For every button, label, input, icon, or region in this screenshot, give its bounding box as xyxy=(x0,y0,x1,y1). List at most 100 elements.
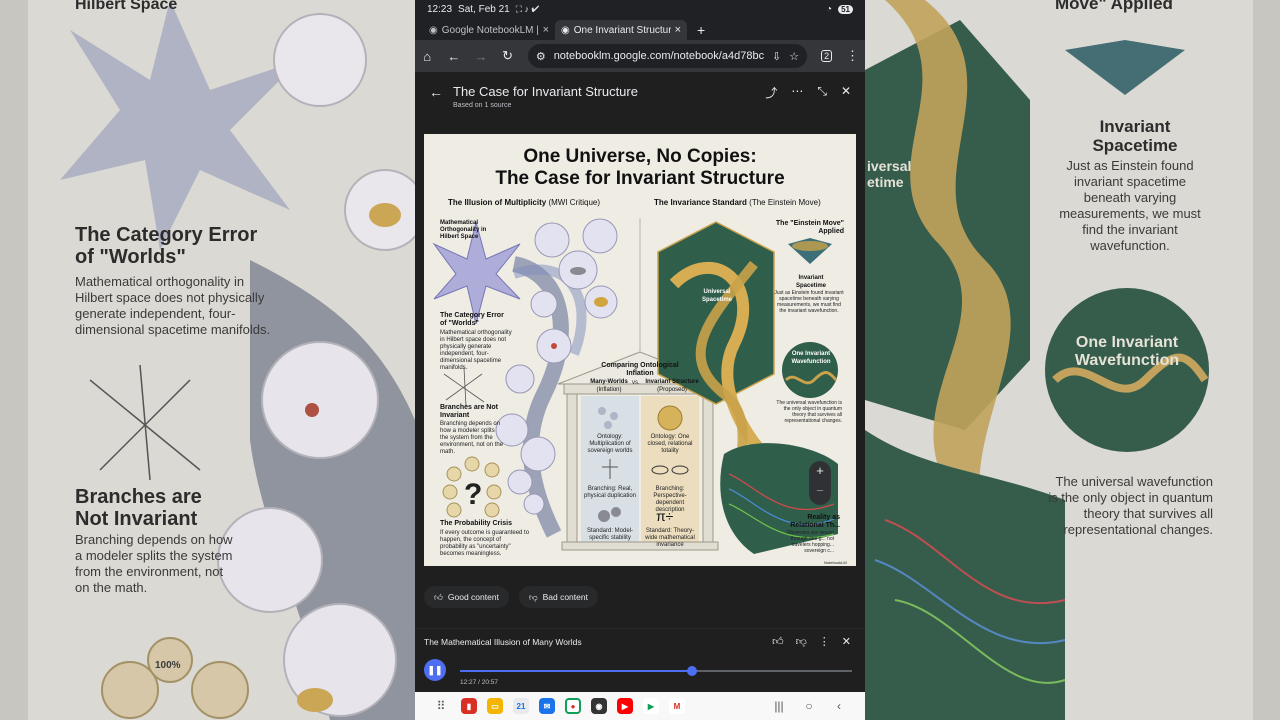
probability-body: If every outcome is guaranteed to happen… xyxy=(440,530,530,557)
pi-divide-symbol: π÷ xyxy=(656,508,674,524)
address-bar[interactable]: ⚙ notebooklm.google.com/notebook/a4d78bc… xyxy=(527,44,808,68)
good-content-label: Good content xyxy=(447,592,499,602)
tab-count-button[interactable]: 2 xyxy=(821,50,833,62)
back-nav-icon[interactable]: ‹ xyxy=(829,699,849,713)
audio-time: 12:27 / 20:57 xyxy=(460,679,498,686)
einstein-move-title: The "Einstein Move" Applied xyxy=(775,220,844,235)
versus-label: vs. xyxy=(632,380,640,386)
dislike-icon[interactable]: 👎︎ xyxy=(796,635,807,648)
bookmark-star-icon[interactable]: ☆ xyxy=(789,50,799,63)
reality-relational-title: Reality as Relational Th... xyxy=(790,514,840,529)
camera-icon[interactable]: ◉ xyxy=(591,698,607,714)
status-time: 12:23 xyxy=(427,3,453,15)
app-drawer-icon[interactable]: ⠿ xyxy=(431,699,451,713)
bg-left-branches-title: Branches are Not Invariant xyxy=(75,486,202,530)
notebooklm-favicon-icon: ◉ xyxy=(561,24,570,36)
invariant-structure-note: (Proposed) xyxy=(657,387,687,393)
bg-right-wavefunction-body: The universal wavefunction is the only o… xyxy=(1048,474,1213,537)
forward-icon[interactable]: → xyxy=(474,49,487,64)
audio-progress-fill xyxy=(460,670,693,672)
audio-progress-knob[interactable] xyxy=(687,666,698,676)
audio-player: The Mathematical Illusion of Many Worlds… xyxy=(415,628,865,692)
status-icons: ⛶ ♪ ✔ xyxy=(515,3,540,14)
audio-total-time: 20:57 xyxy=(481,679,498,686)
mw-standard: Standard: Model-specific stability xyxy=(586,528,634,541)
calendar-icon[interactable]: 21 xyxy=(513,698,529,714)
browser-toolbar: ⌂ ← → ↻ ⚙ notebooklm.google.com/notebook… xyxy=(415,40,865,72)
phone-screen: 12:23 Sat, Feb 21 ⛶ ♪ ✔ ◔ 51 ◉ Google No… xyxy=(415,0,865,720)
tab-notebooklm[interactable]: ◉ Google NotebookLM | A × xyxy=(423,20,555,40)
player-more-icon[interactable]: ⋮ xyxy=(819,635,830,648)
right-heading: The Invariance Standard xyxy=(654,198,747,207)
app-icon-notes[interactable]: ▭ xyxy=(487,698,503,714)
left-heading-note: (MWI Critique) xyxy=(548,198,601,207)
tab-one-invariant-structure[interactable]: ◉ One Invariant Structure × xyxy=(555,20,687,40)
right-column-heading: The Invariance Standard (The Einstein Mo… xyxy=(654,198,821,207)
reload-icon[interactable]: ↻ xyxy=(501,48,513,64)
player-close-icon[interactable]: ✕ xyxy=(842,635,851,648)
many-worlds-name: Many-Worlds xyxy=(590,379,628,385)
wavefunction-body: The universal wavefunction is the only o… xyxy=(776,400,842,424)
audio-current-time: 12:27 xyxy=(460,679,477,686)
audio-progress-track[interactable] xyxy=(460,666,852,676)
close-tab-icon[interactable]: × xyxy=(543,24,549,36)
app-icon-red[interactable]: ▮ xyxy=(461,698,477,714)
category-error-title: The Category Error of "Worlds" xyxy=(440,312,504,327)
chrome-icon[interactable]: ● xyxy=(565,698,581,714)
more-menu-icon[interactable]: ⋮ xyxy=(846,48,859,64)
invariant-structure-label: Invariant Structure (Proposed) xyxy=(644,378,700,394)
is-standard: Standard: Theory-wide mathematical invar… xyxy=(645,528,695,548)
hilbert-label: Mathematical Orthogonality in Hilbert Sp… xyxy=(440,220,487,240)
play-store-icon[interactable]: ▶ xyxy=(643,698,659,714)
artifact-title: The Case for Invariant Structure xyxy=(453,84,638,99)
artifact-source-count: Based on 1 source xyxy=(453,102,512,109)
audio-title: The Mathematical Illusion of Many Worlds xyxy=(424,637,582,647)
messages-icon[interactable]: ✉ xyxy=(539,698,555,714)
infographic-title-line2: The Case for Invariant Structure xyxy=(495,168,785,189)
right-heading-note: (The Einstein Move) xyxy=(749,198,821,207)
install-icon[interactable]: ⇩ xyxy=(772,50,781,63)
artifact-header: ← The Case for Invariant Structure Based… xyxy=(415,72,865,118)
left-column-heading: The Illusion of Multiplicity (MWI Critiq… xyxy=(448,198,600,207)
feedback-row: 👍︎ Good content 👎︎ Bad content xyxy=(424,586,598,608)
zoom-out-button[interactable]: − xyxy=(809,481,831,501)
invariant-spacetime-title: Invariant Spacetime xyxy=(795,275,826,289)
gmail-icon[interactable]: M xyxy=(669,698,685,714)
wifi-icon: ◔ xyxy=(826,3,833,15)
zoom-in-button[interactable]: + xyxy=(809,461,831,481)
infographic[interactable]: ? One Universe, No Copies: The Case for … xyxy=(424,134,856,566)
status-bar: 12:23 Sat, Feb 21 ⛶ ♪ ✔ ◔ 51 xyxy=(415,0,865,18)
bg-right-invariant-title: Invariant Spacetime xyxy=(1092,117,1178,155)
close-icon[interactable]: ✕ xyxy=(841,84,851,101)
notebook-content: ← The Case for Invariant Structure Based… xyxy=(415,72,865,692)
new-tab-icon[interactable]: + xyxy=(687,22,715,40)
bad-content-button[interactable]: 👎︎ Bad content xyxy=(518,586,598,608)
home-icon[interactable]: ⌂ xyxy=(421,49,433,64)
url-text: notebooklm.google.com/notebook/a4d78bc xyxy=(553,50,765,62)
infographic-title-line1: One Universe, No Copies: xyxy=(523,146,757,167)
recents-icon[interactable]: ||| xyxy=(769,699,789,713)
site-settings-icon[interactable]: ⚙ xyxy=(536,50,546,63)
universal-spacetime-label: Universal Spacetime xyxy=(701,289,732,303)
infographic-title: One Universe, No Copies: The Case for In… xyxy=(424,146,856,190)
status-date: Sat, Feb 21 xyxy=(458,3,510,15)
more-options-icon[interactable]: ⋯ xyxy=(791,84,803,101)
background-left-art xyxy=(0,0,415,720)
background-left: Hilbert Space The Category Error of "Wor… xyxy=(0,0,415,720)
bg-left-percent: 100% xyxy=(155,660,181,671)
mw-branching: Branching: Real, physical duplication xyxy=(583,486,637,499)
good-content-button[interactable]: 👍︎ Good content xyxy=(424,586,509,608)
collapse-icon[interactable]: ⤡ xyxy=(817,84,827,101)
svg-text:?: ? xyxy=(464,478,482,511)
category-error-body: Mathematical orthogonality in Hilbert sp… xyxy=(440,330,512,371)
invariant-structure-name: Invariant Structure xyxy=(645,379,699,385)
share-icon[interactable]: ⤴ xyxy=(765,84,777,101)
home-nav-icon[interactable]: ○ xyxy=(799,699,819,713)
back-arrow-icon[interactable]: ← xyxy=(429,84,443,100)
like-icon[interactable]: 👍︎ xyxy=(772,635,784,648)
pause-button[interactable]: ❚❚ xyxy=(424,659,446,681)
close-tab-icon[interactable]: × xyxy=(675,24,681,36)
youtube-icon[interactable]: ▶ xyxy=(617,698,633,714)
back-icon[interactable]: ← xyxy=(447,49,460,64)
bg-left-top-text: Hilbert Space xyxy=(75,0,178,13)
